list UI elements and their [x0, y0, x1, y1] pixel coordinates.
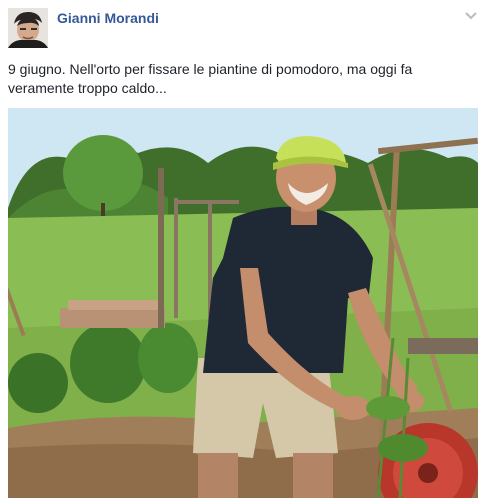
- post-photo[interactable]: [8, 108, 478, 498]
- avatar-image: [8, 8, 48, 48]
- garden-photo: [8, 108, 478, 498]
- author-avatar[interactable]: [8, 8, 48, 48]
- chevron-down-icon[interactable]: [464, 8, 478, 22]
- post-caption: 9 giugno. Nell'orto per fissare le piant…: [8, 61, 413, 96]
- facebook-post: Gianni Morandi 9 giugno. Nell'orto per f…: [0, 0, 486, 504]
- author-name[interactable]: Gianni Morandi: [57, 10, 159, 26]
